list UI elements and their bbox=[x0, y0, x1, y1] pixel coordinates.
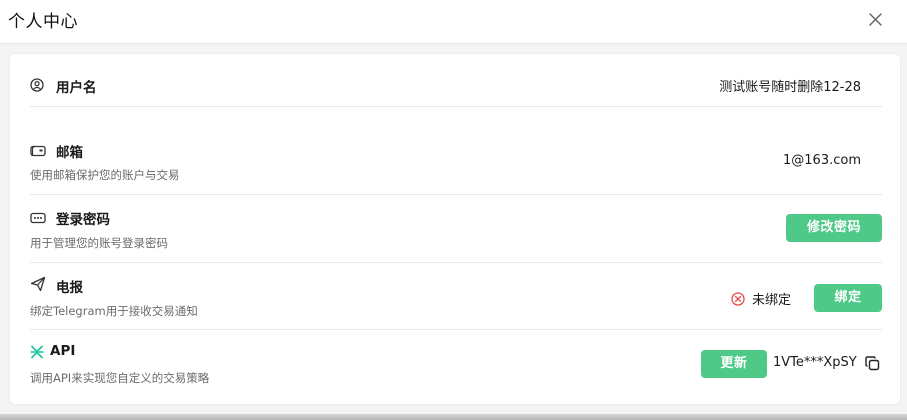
bind-telegram-button[interactable]: 绑定 bbox=[814, 284, 882, 312]
mailbox-icon bbox=[30, 143, 46, 159]
profile-card: 用户名 测试账号随时删除12-28 邮箱 使用邮箱保护您的账户与交易 1@163… bbox=[9, 53, 901, 405]
api-key-value: 1VTe***XpSY bbox=[773, 355, 857, 370]
email-desc: 使用邮箱保护您的账户与交易 bbox=[30, 168, 180, 182]
telegram-desc: 绑定Telegram用于接收交易通知 bbox=[30, 304, 198, 318]
username-title: 用户名 bbox=[56, 80, 97, 96]
close-icon[interactable] bbox=[866, 10, 886, 30]
api-logo-icon bbox=[30, 344, 46, 360]
copy-icon[interactable] bbox=[865, 356, 880, 371]
api-desc: 调用API来实现您自定义的交易策略 bbox=[30, 371, 210, 385]
api-row: API 调用API来实现您自定义的交易策略 更新 1VTe***XpSY bbox=[30, 330, 882, 400]
paper-plane-icon bbox=[30, 276, 46, 292]
email-title: 邮箱 bbox=[56, 145, 83, 161]
bottom-backdrop-edge bbox=[0, 414, 907, 420]
email-value: 1@163.com bbox=[783, 153, 861, 168]
email-row: 邮箱 使用邮箱保护您的账户与交易 1@163.com bbox=[30, 107, 882, 195]
password-desc: 用于管理您的账号登录密码 bbox=[30, 236, 168, 250]
modal-body: 用户名 测试账号随时删除12-28 邮箱 使用邮箱保护您的账户与交易 1@163… bbox=[0, 44, 907, 420]
modal-title: 个人中心 bbox=[8, 12, 78, 32]
api-title: API bbox=[50, 343, 76, 359]
username-value: 测试账号随时删除12-28 bbox=[719, 80, 861, 95]
telegram-status: 未绑定 bbox=[752, 293, 792, 308]
change-password-button[interactable]: 修改密码 bbox=[786, 214, 882, 242]
password-row: 登录密码 用于管理您的账号登录密码 修改密码 bbox=[30, 195, 882, 263]
profile-modal: 个人中心 用户名 测试账号随时删除12-28 邮箱 使用邮箱保护您的账户与交易 … bbox=[0, 0, 907, 420]
update-api-button[interactable]: 更新 bbox=[701, 350, 767, 378]
x-circle-icon bbox=[731, 291, 745, 306]
password-title: 登录密码 bbox=[56, 212, 110, 228]
username-row: 用户名 测试账号随时删除12-28 bbox=[30, 54, 882, 107]
user-circle-icon bbox=[30, 77, 46, 93]
modal-header: 个人中心 bbox=[0, 0, 907, 44]
telegram-row: 电报 绑定Telegram用于接收交易通知 未绑定 绑定 bbox=[30, 263, 882, 330]
password-icon bbox=[30, 209, 46, 225]
telegram-title: 电报 bbox=[56, 280, 83, 296]
